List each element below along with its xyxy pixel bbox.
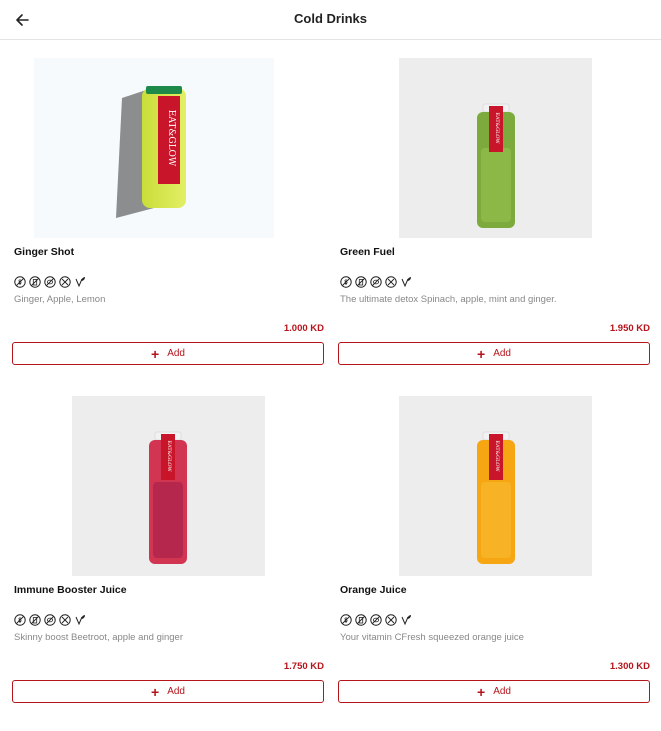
dietary-icons — [14, 276, 86, 288]
add-button-label: Add — [167, 686, 185, 697]
page-title: Cold Drinks — [294, 11, 367, 26]
product-image[interactable]: EAT&GLOW — [399, 396, 592, 576]
dietary-icons — [14, 614, 86, 626]
product-price: 1.750 KD — [283, 661, 324, 672]
product-price: 1.950 KD — [609, 323, 650, 334]
dairy-free-icon — [29, 614, 41, 626]
no-sugar-icon — [385, 276, 397, 288]
product-price: 1.000 KD — [283, 323, 324, 334]
plus-icon: + — [151, 345, 160, 362]
dietary-icons — [340, 276, 412, 288]
product-name: Ginger Shot — [14, 246, 75, 258]
add-to-cart-button[interactable]: + Add — [338, 680, 650, 703]
dairy-free-icon — [355, 614, 367, 626]
product-image[interactable]: EAT&GLOW — [34, 58, 274, 238]
add-button-label: Add — [493, 348, 511, 359]
vegan-icon — [74, 276, 86, 288]
plus-icon: + — [151, 683, 160, 700]
vegan-icon — [400, 276, 412, 288]
product-image[interactable]: EAT&GLOW — [72, 396, 265, 576]
add-to-cart-button[interactable]: + Add — [12, 680, 324, 703]
no-sugar-icon — [59, 276, 71, 288]
product-name: Immune Booster Juice — [14, 584, 127, 596]
product-price: 1.300 KD — [609, 661, 650, 672]
vegan-icon — [74, 614, 86, 626]
nut-free-icon — [44, 276, 56, 288]
nut-free-icon — [44, 614, 56, 626]
product-name: Orange Juice — [340, 584, 407, 596]
add-to-cart-button[interactable]: + Add — [12, 342, 324, 365]
plus-icon: + — [477, 683, 486, 700]
top-bar: Cold Drinks — [0, 0, 661, 40]
no-sugar-icon — [385, 614, 397, 626]
product-description: Ginger, Apple, Lemon — [14, 294, 106, 305]
add-to-cart-button[interactable]: + Add — [338, 342, 650, 365]
gluten-free-icon — [14, 276, 26, 288]
product-description: Your vitamin CFresh squeezed orange juic… — [340, 632, 524, 643]
product-card-orange-juice: EAT&GLOW Orange Juice Your vitamin CFres… — [338, 396, 650, 716]
product-card-green-fuel: EAT&GLOW Green Fuel The ultimate detox S… — [338, 58, 650, 378]
dairy-free-icon — [29, 276, 41, 288]
product-name: Green Fuel — [340, 246, 395, 258]
dairy-free-icon — [355, 276, 367, 288]
gluten-free-icon — [340, 276, 352, 288]
product-description: Skinny boost Beetroot, apple and ginger — [14, 632, 184, 643]
gluten-free-icon — [14, 614, 26, 626]
plus-icon: + — [477, 345, 486, 362]
bottle-label-text: EAT&GLOW — [166, 440, 172, 472]
dietary-icons — [340, 614, 412, 626]
add-button-label: Add — [493, 686, 511, 697]
nut-free-icon — [370, 276, 382, 288]
nut-free-icon — [370, 614, 382, 626]
vegan-icon — [400, 614, 412, 626]
product-image[interactable]: EAT&GLOW — [399, 58, 592, 238]
no-sugar-icon — [59, 614, 71, 626]
bottle-label-text: EAT&GLOW — [166, 110, 176, 167]
bottle-label-text: EAT&GLOW — [494, 112, 500, 144]
add-button-label: Add — [167, 348, 185, 359]
bottle-label-text: EAT&GLOW — [494, 440, 500, 472]
product-card-immune-booster-juice: EAT&GLOW Immune Booster Juice Skinny boo… — [12, 396, 324, 716]
product-description: The ultimate detox Spinach, apple, mint … — [340, 294, 557, 305]
gluten-free-icon — [340, 614, 352, 626]
product-card-ginger-shot: EAT&GLOW Ginger Shot Ginger, Apple, Lemo… — [12, 58, 324, 378]
